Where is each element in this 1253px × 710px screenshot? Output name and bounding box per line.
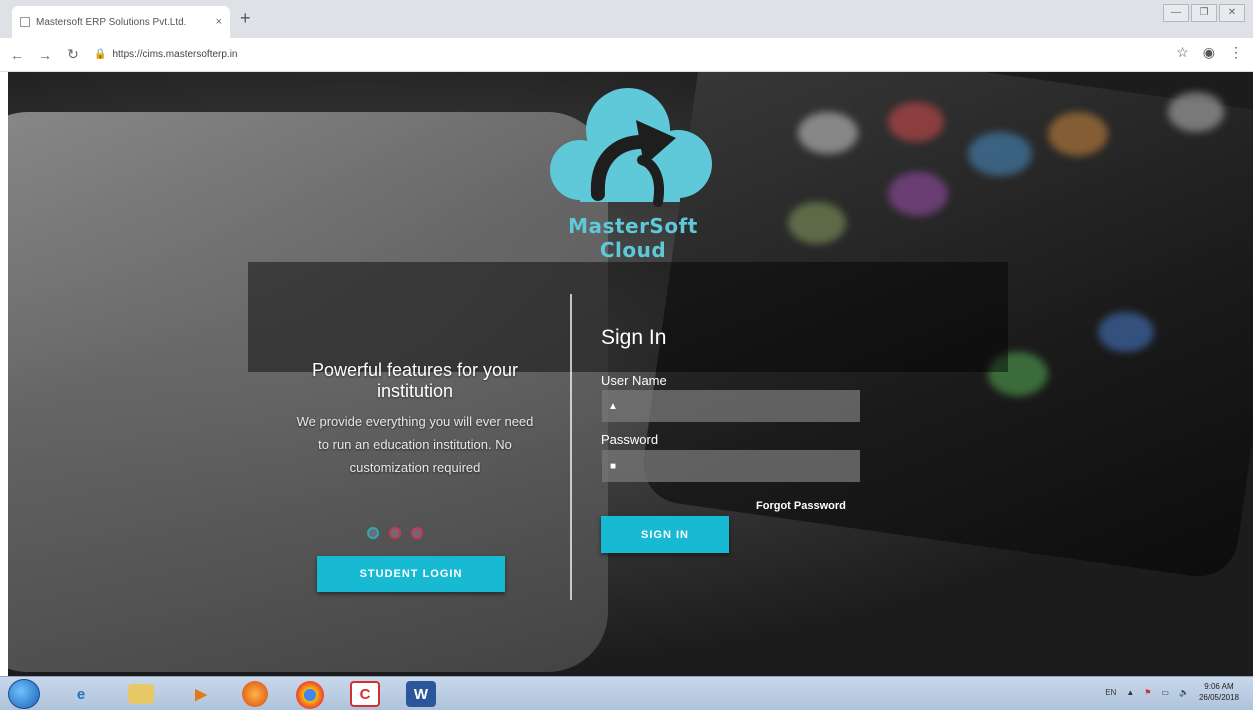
bg-blob xyxy=(788,202,846,244)
password-label: Password xyxy=(601,432,659,447)
carousel-dot[interactable] xyxy=(411,527,423,539)
language-indicator[interactable]: EN xyxy=(1105,688,1116,697)
username-label: User Name xyxy=(601,373,667,388)
features-description: We provide everything you will ever need… xyxy=(296,414,534,475)
clock-time: 9:06 AM xyxy=(1204,682,1234,691)
carousel-dot[interactable] xyxy=(389,527,401,539)
firefox-icon[interactable] xyxy=(242,681,268,707)
password-input[interactable] xyxy=(624,450,860,482)
browser-tabstrip: Mastersoft ERP Solutions Pvt.Ltd. × + — … xyxy=(0,0,1253,38)
student-login-button[interactable]: STUDENT LOGIN xyxy=(317,556,505,592)
menu-icon[interactable]: ⋮ xyxy=(1229,44,1243,61)
windows-taskbar: e ▶ C W EN ▲ ⚑ ▭ 🔈 9:06 AM 26/05/2018 xyxy=(0,676,1253,710)
clock-date: 26/05/2018 xyxy=(1198,693,1239,702)
restore-button[interactable]: ❐ xyxy=(1191,4,1217,22)
bg-blob xyxy=(1168,92,1224,132)
forgot-password-link[interactable]: Forgot Password xyxy=(756,500,846,512)
tray-flag-icon[interactable]: ⚑ xyxy=(1144,688,1151,697)
bg-blob xyxy=(968,132,1032,176)
lock-icon: 🔒 xyxy=(94,49,107,60)
back-icon[interactable]: ← xyxy=(6,47,28,63)
c-app-icon[interactable]: C xyxy=(350,681,380,707)
browser-tab[interactable]: Mastersoft ERP Solutions Pvt.Ltd. × xyxy=(12,6,230,38)
bg-blob xyxy=(798,112,858,154)
close-window-button[interactable]: ✕ xyxy=(1219,4,1245,22)
chrome-icon[interactable] xyxy=(296,681,324,709)
reload-icon[interactable]: ↻ xyxy=(62,46,84,63)
profile-icon[interactable]: ◉ xyxy=(1203,44,1215,61)
media-player-icon[interactable]: ▶ xyxy=(186,681,216,707)
page-background: MasterSoft Cloud Powerful features for y… xyxy=(8,72,1253,676)
lock-icon: ■ xyxy=(609,460,617,472)
username-field[interactable]: ▲ xyxy=(602,390,860,422)
close-tab-icon[interactable]: × xyxy=(216,16,222,28)
bg-blob xyxy=(1048,112,1108,156)
start-button[interactable] xyxy=(8,679,40,709)
username-input[interactable] xyxy=(624,390,860,422)
volume-icon[interactable]: 🔈 xyxy=(1179,688,1189,697)
file-explorer-icon[interactable] xyxy=(128,684,154,704)
page-favicon-icon xyxy=(20,17,30,27)
window-controls: — ❐ ✕ xyxy=(1163,4,1245,22)
forward-icon[interactable]: → xyxy=(34,47,56,63)
minimize-button[interactable]: — xyxy=(1163,4,1189,22)
features-panel: Powerful features for your institution W… xyxy=(290,360,540,479)
vertical-divider xyxy=(570,294,572,600)
bg-blob xyxy=(888,172,948,216)
carousel-dots xyxy=(367,527,423,539)
word-icon[interactable]: W xyxy=(406,681,436,707)
address-bar[interactable]: 🔒 https://cims.mastersofterp.in xyxy=(94,42,1184,68)
browser-toolbar: ← → ↻ 🔒 https://cims.mastersofterp.in ☆ … xyxy=(0,38,1253,72)
carousel-dot[interactable] xyxy=(367,527,379,539)
clock[interactable]: 9:06 AM 26/05/2018 xyxy=(1199,681,1239,703)
mastersoft-logo: MasterSoft Cloud xyxy=(538,82,728,262)
internet-explorer-icon[interactable]: e xyxy=(66,681,96,707)
url-text: https://cims.mastersofterp.in xyxy=(112,49,238,60)
cloud-logo-icon xyxy=(550,88,712,207)
tab-title: Mastersoft ERP Solutions Pvt.Ltd. xyxy=(36,16,187,28)
new-tab-button[interactable]: + xyxy=(240,8,251,29)
overlay-band xyxy=(248,262,1008,372)
system-tray: EN ▲ ⚑ ▭ 🔈 9:06 AM 26/05/2018 xyxy=(1105,681,1239,703)
tray-arrow-icon[interactable]: ▲ xyxy=(1126,688,1134,697)
signin-button[interactable]: SIGN IN xyxy=(601,516,729,553)
signin-title: Sign In xyxy=(601,326,667,349)
bookmark-star-icon[interactable]: ☆ xyxy=(1176,44,1189,61)
bg-blob xyxy=(1098,312,1154,352)
logo-text: MasterSoft Cloud xyxy=(568,214,698,262)
user-icon: ▲ xyxy=(608,400,618,412)
bg-blob xyxy=(888,102,944,142)
password-field[interactable]: ■ xyxy=(602,450,860,482)
features-title: Powerful features for your institution xyxy=(311,360,519,401)
toolbar-right: ☆ ◉ ⋮ xyxy=(1176,44,1243,61)
network-icon[interactable]: ▭ xyxy=(1161,688,1169,697)
